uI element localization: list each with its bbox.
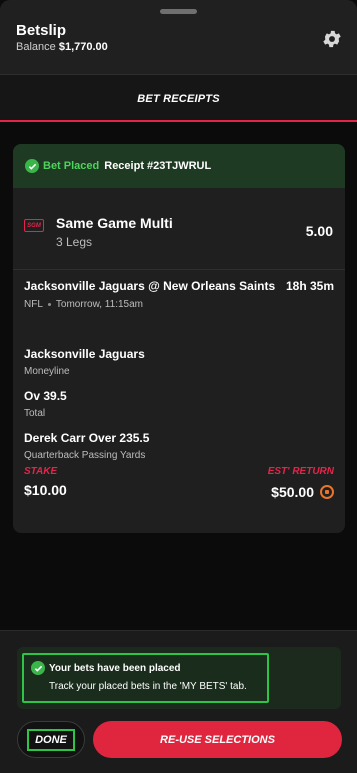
bet-totals: STAKE $10.00 EST' RETURN $50.00 <box>24 466 334 500</box>
balance-label: Balance <box>16 41 56 53</box>
est-return: $50.00 <box>271 484 334 500</box>
notice-line2: Track your placed bets in the 'MY BETS' … <box>49 681 247 692</box>
same-game-multi-summary: SGM Same Game Multi 3 Legs 5.00 <box>13 188 345 270</box>
receipt-number: Receipt #23TJWRUL <box>104 160 212 172</box>
league: NFL <box>24 299 43 310</box>
leg-market: Total <box>24 408 46 419</box>
notice-title: Your bets have been placed <box>31 661 267 675</box>
done-label: DONE <box>27 728 75 751</box>
gear-icon[interactable] <box>321 28 343 50</box>
bets-placed-notice: Your bets have been placed Track your pl… <box>22 653 269 703</box>
leg-item: Derek Carr Over 235.5 Quarterback Passin… <box>24 431 324 461</box>
check-circle-icon <box>25 159 39 173</box>
leg-market: Moneyline <box>24 366 70 377</box>
check-circle-icon <box>31 661 45 675</box>
notice-line1: Your bets have been placed <box>49 662 181 674</box>
reuse-selections-button[interactable]: RE-USE SELECTIONS <box>93 721 342 758</box>
betslip-panel: Betslip Balance $1,770.00 BET RECEIPTS B… <box>0 0 357 773</box>
balance: Balance $1,770.00 <box>16 41 108 53</box>
game-countdown: 18h 35m <box>285 279 334 293</box>
game-start: Tomorrow, 11:15am <box>55 299 143 310</box>
balance-value: $1,770.00 <box>58 41 108 53</box>
betslip-title: Betslip <box>16 22 67 39</box>
est-return-value: $50.00 <box>271 484 314 500</box>
leg-selection: Derek Carr Over 235.5 <box>24 431 150 445</box>
bet-placed-banner: Bet Placed Receipt #23TJWRUL <box>13 144 345 188</box>
tab-bar: BET RECEIPTS <box>0 74 357 122</box>
leg-item: Ov 39.5 Total <box>24 389 324 419</box>
receipt-content: Bet Placed Receipt #23TJWRUL SGM Same Ga… <box>0 122 357 630</box>
leg-item: Jacksonville Jaguars Moneyline <box>24 347 324 377</box>
leg-selection: Jacksonville Jaguars <box>24 347 145 361</box>
bonus-coin-icon <box>320 485 334 499</box>
bet-placed-status: Bet Placed <box>43 160 100 172</box>
done-button[interactable]: DONE <box>17 721 85 758</box>
legs-count: 3 Legs <box>56 235 93 249</box>
separator-dot <box>47 302 51 306</box>
bet-receipt-card: Bet Placed Receipt #23TJWRUL SGM Same Ga… <box>13 144 345 533</box>
leg-selection: Ov 39.5 <box>24 389 67 403</box>
betslip-footer: Your bets have been placed Track your pl… <box>0 630 357 773</box>
leg-market: Quarterback Passing Yards <box>24 450 146 461</box>
game-meta: NFL Tomorrow, 11:15am <box>24 299 334 310</box>
bet-type: Same Game Multi <box>56 215 173 231</box>
bet-odds: 5.00 <box>305 223 333 239</box>
betslip-header: Betslip Balance $1,770.00 <box>0 0 357 74</box>
game-info: Jacksonville Jaguars @ New Orleans Saint… <box>24 279 334 310</box>
tab-bet-receipts[interactable]: BET RECEIPTS <box>0 75 357 123</box>
sgm-badge-icon: SGM <box>24 219 44 232</box>
est-return-label: EST' RETURN <box>267 466 334 477</box>
drag-handle[interactable] <box>160 9 197 14</box>
